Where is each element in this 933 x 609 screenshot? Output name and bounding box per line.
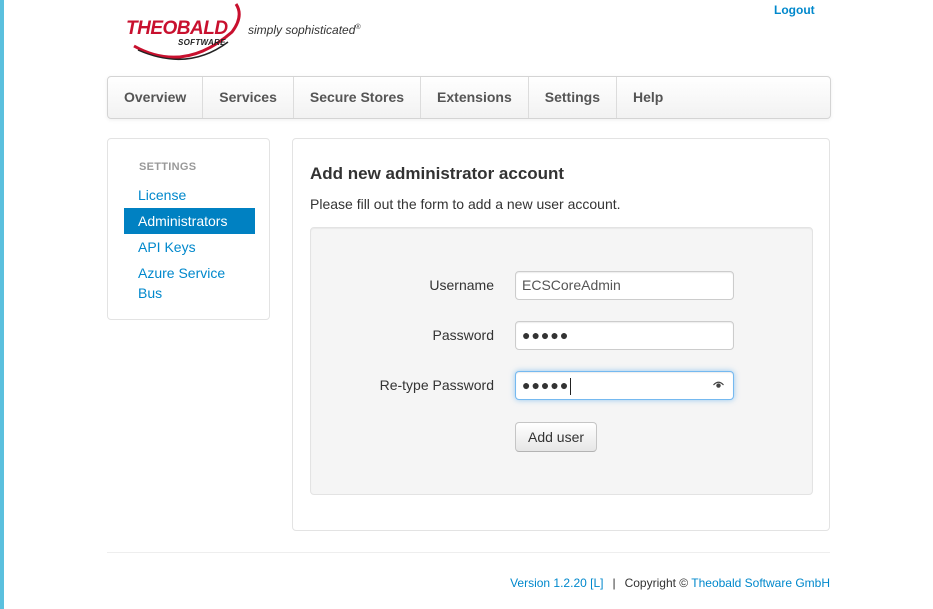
registered-mark: ® [355,24,361,31]
sidebar-header: SETTINGS [139,161,197,173]
theobald-logo: THEOBALD SOFTWARE simply sophisticated® [124,2,374,64]
username-value: ECSCoreAdmin [522,277,621,293]
nav-item-extensions[interactable]: Extensions [421,77,529,118]
nav-item-help[interactable]: Help [617,77,679,118]
retype-password-input[interactable]: ●●●●● [515,371,734,400]
footer-separator: | [612,576,616,590]
main-nav: Overview Services Secure Stores Extensio… [107,76,831,119]
sidebar-item-license[interactable]: License [124,182,255,208]
copyright-text: Copyright © [624,576,689,590]
password-input[interactable]: ●●●●● [515,321,734,350]
sidebar-item-api-keys[interactable]: API Keys [124,234,255,260]
nav-item-overview[interactable]: Overview [108,77,204,118]
text-caret [570,377,572,395]
nav-item-settings[interactable]: Settings [529,77,617,118]
password-value: ●●●●● [522,327,570,343]
retype-password-label: Re-type Password [379,377,494,393]
footer-divider [107,552,830,553]
nav-item-services[interactable]: Services [203,77,294,118]
add-user-button[interactable]: Add user [515,422,598,452]
username-label: Username [429,277,494,293]
add-admin-panel: Add new administrator account Please fil… [292,138,830,531]
footer: Version 1.2.20 [L] | Copyright © Theobald … [510,576,830,590]
logout-link[interactable]: Logout [774,3,815,17]
page-description: Please fill out the form to add a new us… [310,196,621,212]
username-input[interactable]: ECSCoreAdmin [515,271,734,300]
password-label: Password [432,327,494,343]
eye-icon[interactable] [713,381,724,389]
page-title: Add new administrator account [310,164,565,183]
version-link[interactable]: Version 1.2.20 [L] [510,576,603,590]
logo-tagline: simply sophisticated® [248,23,361,37]
retype-password-value: ●●●●● [522,377,570,393]
sidebar-item-administrators[interactable]: Administrators [124,208,255,234]
logo-subtitle: SOFTWARE [178,38,226,47]
settings-sidebar: SETTINGS License Administrators API Keys… [107,138,270,320]
company-link[interactable]: Theobald Software GmbH [691,576,830,590]
window-edge-stripe [0,0,4,609]
nav-item-secure-stores[interactable]: Secure Stores [294,77,422,118]
tagline-text: simply sophisticated [248,23,356,37]
add-admin-form: Username ECSCoreAdmin Password ●●●●● Re-… [310,227,813,495]
logo-wordmark: THEOBALD [126,18,228,39]
sidebar-item-azure-service-bus[interactable]: Azure Service Bus [124,260,255,306]
